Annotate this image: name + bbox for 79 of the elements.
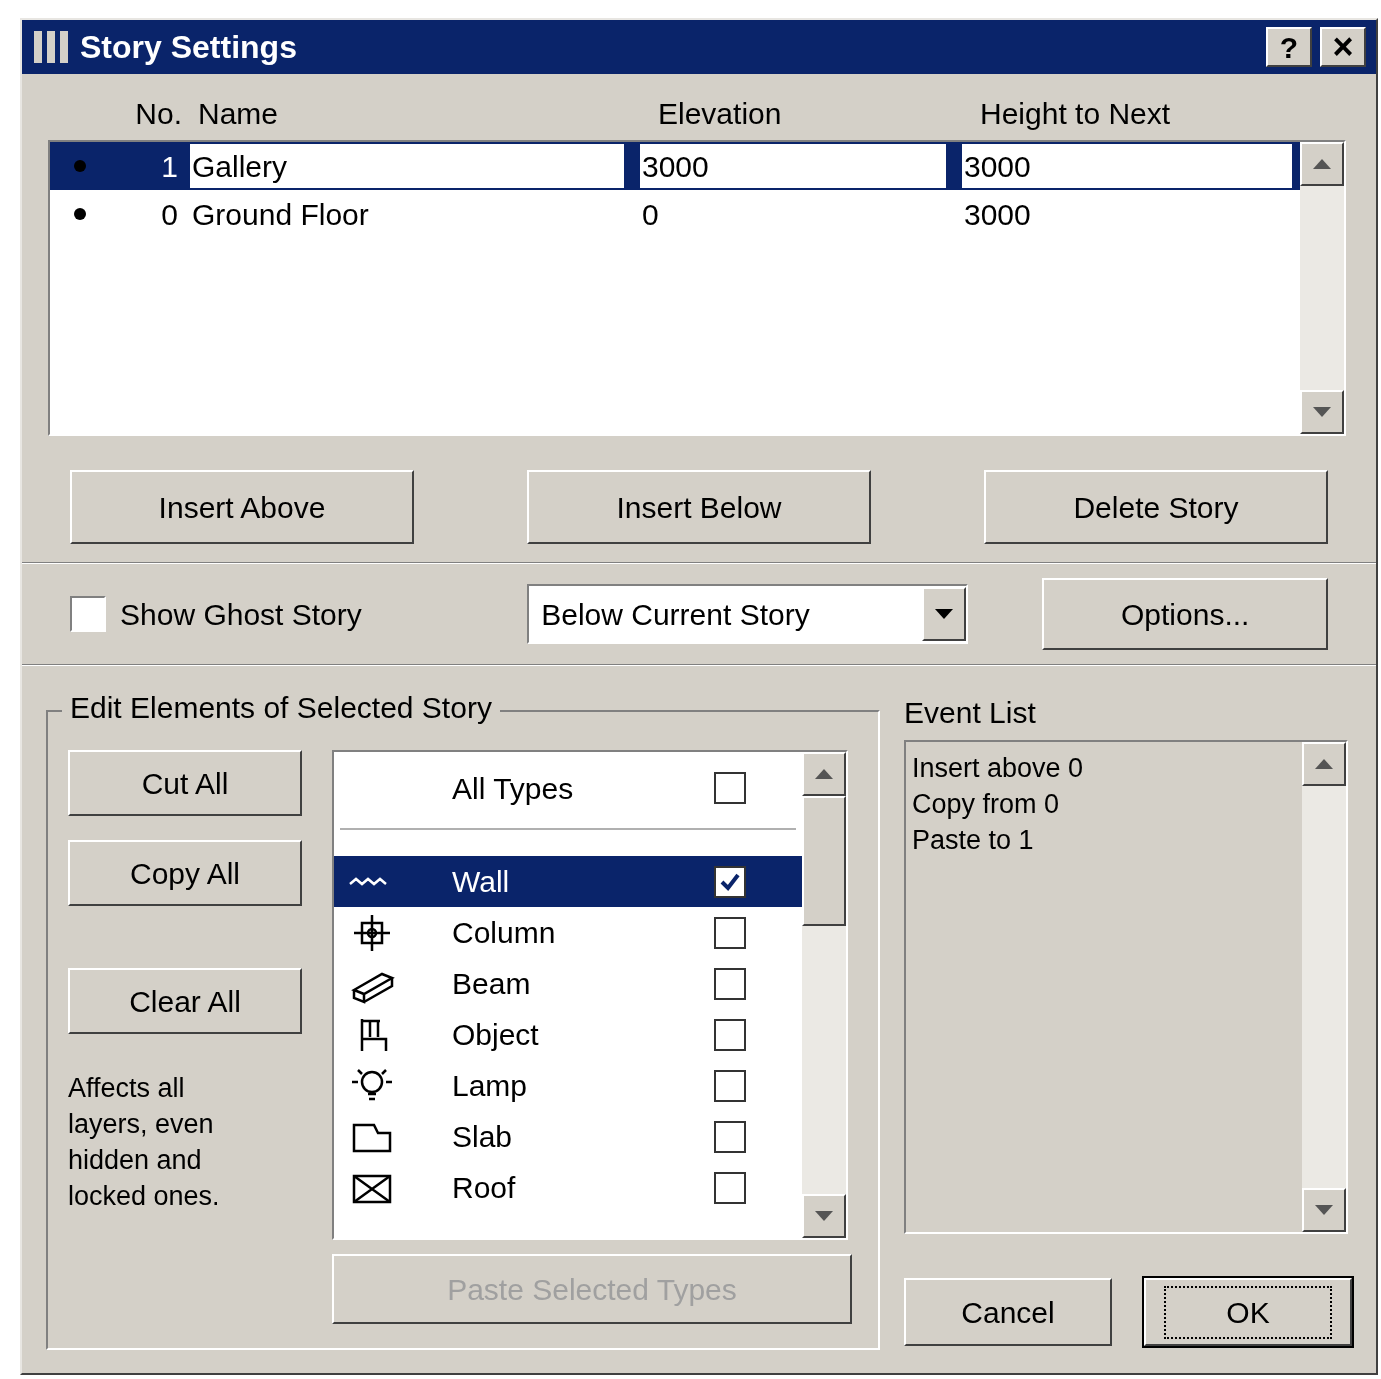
check-icon — [719, 871, 741, 892]
help-button[interactable]: ? — [1266, 27, 1312, 67]
type-checkbox[interactable] — [714, 916, 746, 949]
type-label: Roof — [452, 1170, 517, 1206]
event-list-label: Event List — [904, 695, 1037, 726]
column-header: Height to Next — [979, 96, 1171, 132]
type-label: Column — [452, 915, 557, 951]
dropdown-button[interactable] — [922, 587, 967, 641]
type-checkbox[interactable] — [714, 967, 746, 1000]
scroll-up-button[interactable] — [1302, 742, 1346, 786]
type-checkbox[interactable] — [714, 1171, 746, 1204]
story-button[interactable]: Delete Story — [984, 470, 1328, 544]
event-item: Insert above 0 — [912, 752, 1085, 785]
story-button[interactable]: Insert Below — [527, 470, 871, 544]
story-button[interactable]: Insert Above — [70, 470, 414, 544]
scroll-up-button[interactable] — [1300, 142, 1344, 186]
story-dropdown[interactable]: Below Current Story — [527, 584, 969, 644]
table-cell-text: Ground Floor — [191, 196, 370, 233]
column-header: Elevation — [657, 96, 783, 132]
column-header: No. — [134, 96, 183, 132]
window-title: Story Settings — [80, 28, 298, 67]
edit-button[interactable]: Clear All — [68, 968, 302, 1034]
up-arrow-icon — [1313, 159, 1331, 169]
bullet-icon — [73, 207, 87, 221]
type-label: Lamp — [452, 1068, 529, 1104]
ok-button[interactable]: OK — [1144, 1278, 1352, 1346]
column-header: Name — [197, 96, 280, 132]
story-number: 0 — [160, 196, 179, 233]
bullet-icon — [73, 159, 87, 173]
wall-icon — [348, 877, 388, 886]
edit-field[interactable]: Gallery — [190, 144, 624, 188]
edit-field[interactable]: 3000 — [640, 144, 946, 188]
ghost-checkbox[interactable] — [70, 596, 106, 632]
up-arrow-icon — [1315, 759, 1333, 769]
type-row[interactable]: Beam — [334, 958, 802, 1009]
type-checkbox[interactable] — [714, 1120, 746, 1153]
edit-button[interactable]: Cut All — [68, 750, 302, 816]
type-row[interactable]: Object — [334, 1009, 802, 1060]
scrollbar[interactable] — [802, 752, 846, 1238]
options-button[interactable]: Options... — [1042, 578, 1328, 650]
type-checkbox[interactable] — [714, 1018, 746, 1051]
scrollbar[interactable] — [1302, 742, 1346, 1232]
type-row[interactable]: Wall — [334, 856, 802, 907]
event-item: Copy from 0 — [912, 788, 1061, 821]
list-item: All Types — [452, 770, 575, 807]
type-label: Object — [452, 1017, 540, 1053]
table-cell-text: 0 — [641, 196, 660, 233]
type-checkbox[interactable] — [714, 1069, 746, 1102]
note-text: Affects all layers, even hidden and locked ones. — [68, 1072, 221, 1213]
edit-button[interactable]: Copy All — [68, 840, 302, 906]
checkbox-label: Show Ghost Story — [120, 596, 362, 633]
down-arrow-icon — [1315, 1205, 1333, 1215]
story-number: 1 — [160, 148, 179, 185]
all-types-checkbox[interactable] — [714, 772, 746, 804]
type-label: Beam — [452, 966, 532, 1002]
type-label: Slab — [452, 1119, 514, 1155]
type-row[interactable]: Column — [334, 907, 802, 958]
scroll-down-button[interactable] — [1300, 390, 1344, 434]
story-row[interactable]: 0 Ground Floor 0 3000 — [50, 190, 1300, 238]
down-arrow-icon — [815, 1211, 833, 1221]
type-row[interactable]: Lamp — [334, 1060, 802, 1111]
event-item: Paste to 1 — [912, 824, 1035, 857]
close-button[interactable]: × — [1320, 27, 1366, 67]
scroll-down-button[interactable] — [1302, 1188, 1346, 1232]
type-row[interactable]: Slab — [334, 1111, 802, 1162]
up-arrow-icon — [815, 769, 833, 779]
scroll-up-button[interactable] — [802, 752, 846, 796]
story-row[interactable]: 1 Gallery 3000 3000 — [50, 142, 1300, 190]
scroll-down-button[interactable] — [802, 1194, 846, 1238]
cancel-button[interactable]: Cancel — [904, 1278, 1112, 1346]
down-arrow-icon — [1313, 407, 1331, 417]
type-label: Wall — [452, 864, 511, 900]
edit-field[interactable]: 3000 — [962, 144, 1292, 188]
type-checkbox[interactable] — [714, 865, 746, 898]
type-row[interactable]: Roof — [334, 1162, 802, 1213]
table-cell-text: 3000 — [963, 196, 1032, 233]
caret-icon — [935, 609, 954, 619]
scrollbar[interactable] — [1300, 142, 1344, 434]
scroll-thumb[interactable] — [802, 796, 846, 926]
